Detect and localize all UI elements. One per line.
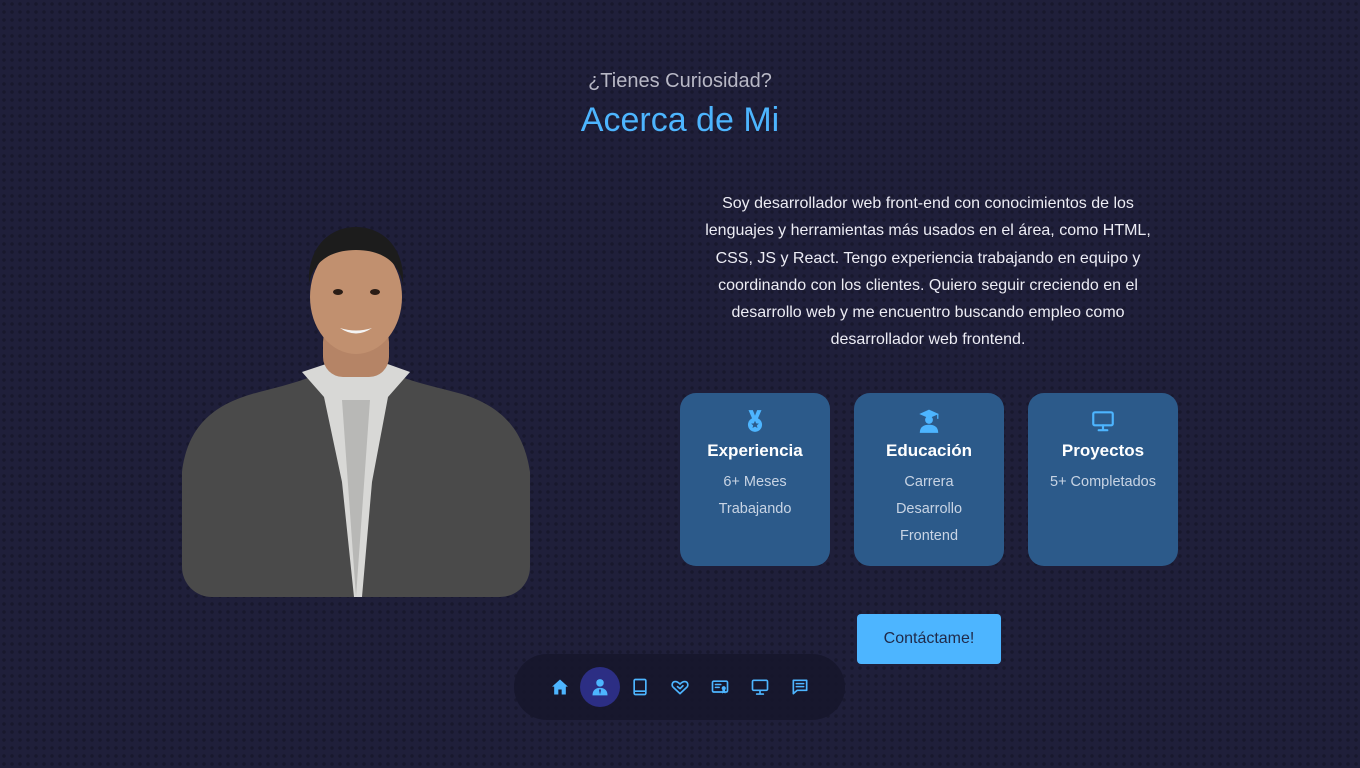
contact-button[interactable]: Contáctame!	[857, 614, 1001, 664]
certificate-icon	[711, 680, 729, 694]
award-medal-icon	[680, 408, 830, 434]
bio-line: coordinando con los clientes. Quiero seg…	[718, 276, 1138, 294]
card-projects: Proyectos 5+ Completados	[1028, 393, 1178, 566]
nav-experience[interactable]	[620, 667, 660, 707]
book-icon	[633, 678, 647, 696]
nav-services[interactable]	[660, 667, 700, 707]
card-title: Experiencia	[707, 441, 803, 460]
bio-line: lenguajes y herramientas más usados en e…	[705, 222, 1151, 240]
card-description: 5+ Completados	[1050, 474, 1156, 490]
bio-line: desarrollador web frontend.	[830, 331, 1026, 349]
card-title: Educación	[886, 441, 972, 460]
nav-home[interactable]	[540, 667, 580, 707]
nav-portfolio[interactable]	[740, 667, 780, 707]
monitor-icon	[751, 679, 769, 695]
bio-line: CSS, JS y React. Tengo experiencia traba…	[715, 249, 1141, 267]
monitor-icon	[1028, 408, 1178, 434]
subtitle: ¿Tienes Curiosidad?	[588, 70, 772, 92]
home-icon	[552, 679, 568, 695]
bio-text: Soy desarrollador web front-end con cono…	[676, 190, 1180, 354]
card-description: Carrera Desarrollo Frontend	[895, 474, 963, 544]
nav-about[interactable]	[580, 667, 620, 707]
graduate-icon	[854, 408, 1004, 434]
page-title: Acerca de Mi	[580, 101, 780, 139]
card-education: Educación Carrera Desarrollo Frontend	[854, 393, 1004, 566]
nav-contact[interactable]	[780, 667, 820, 707]
heart-hands-icon	[671, 680, 689, 695]
profile-photo	[182, 222, 530, 597]
bio-line: Soy desarrollador web front-end con cono…	[722, 195, 1134, 212]
card-description: 6+ Meses Trabajando	[718, 474, 792, 517]
card-title: Proyectos	[1061, 441, 1145, 460]
card-experience: Experiencia 6+ Meses Trabajando	[680, 393, 830, 566]
chat-icon	[792, 679, 808, 695]
bio-line: desarrollo web y me encuentro buscando e…	[731, 304, 1125, 322]
user-icon	[592, 679, 608, 696]
nav-certificates[interactable]	[700, 667, 740, 707]
bottom-nav	[514, 654, 845, 720]
